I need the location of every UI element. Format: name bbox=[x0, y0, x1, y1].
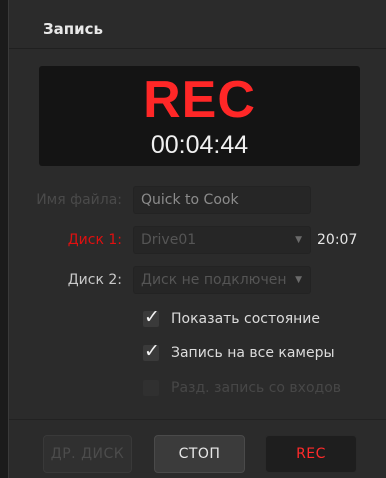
show-status-label: Показать состояние bbox=[171, 311, 320, 327]
record-all-cameras-label: Запись на все камеры bbox=[171, 345, 335, 361]
checkmark-icon: ✓ bbox=[144, 340, 160, 362]
record-status-indicator: REC bbox=[143, 71, 256, 129]
chevron-down-icon: ▼ bbox=[295, 275, 302, 285]
other-disk-button[interactable]: ДР. ДИСК bbox=[43, 435, 132, 473]
record-status-display: REC 00:04:44 bbox=[39, 66, 360, 166]
disk1-select[interactable]: Drive01 ▼ bbox=[133, 226, 311, 254]
chevron-down-icon: ▼ bbox=[295, 235, 302, 245]
disk2-label: Диск 2: bbox=[67, 272, 122, 288]
split-recording-checkbox bbox=[143, 380, 159, 396]
disk1-label: Диск 1: bbox=[67, 232, 122, 248]
rec-button[interactable]: REC bbox=[265, 435, 357, 473]
disk1-value: Drive01 bbox=[141, 232, 197, 248]
record-timecode: 00:04:44 bbox=[150, 131, 249, 159]
panel-title: Запись bbox=[43, 20, 104, 38]
disk2-value: Диск не подключен bbox=[141, 272, 287, 288]
filename-input[interactable]: Quick to Cook bbox=[133, 186, 311, 214]
split-recording-label: Разд. запись со входов bbox=[171, 380, 342, 396]
disk1-time-remaining: 20:07 bbox=[317, 232, 358, 248]
filename-value: Quick to Cook bbox=[141, 192, 239, 208]
bottom-divider bbox=[9, 419, 386, 420]
stop-button[interactable]: СТОП bbox=[154, 435, 245, 473]
filename-label: Имя файла: bbox=[36, 192, 122, 208]
record-panel: Запись REC 00:04:44 Имя файла: Quick to … bbox=[8, 0, 386, 478]
disk2-select[interactable]: Диск не подключен ▼ bbox=[133, 266, 311, 294]
checkmark-icon: ✓ bbox=[144, 306, 160, 328]
title-divider bbox=[9, 48, 386, 49]
record-all-cameras-checkbox[interactable]: ✓ bbox=[143, 340, 160, 362]
show-status-checkbox[interactable]: ✓ bbox=[143, 306, 160, 328]
